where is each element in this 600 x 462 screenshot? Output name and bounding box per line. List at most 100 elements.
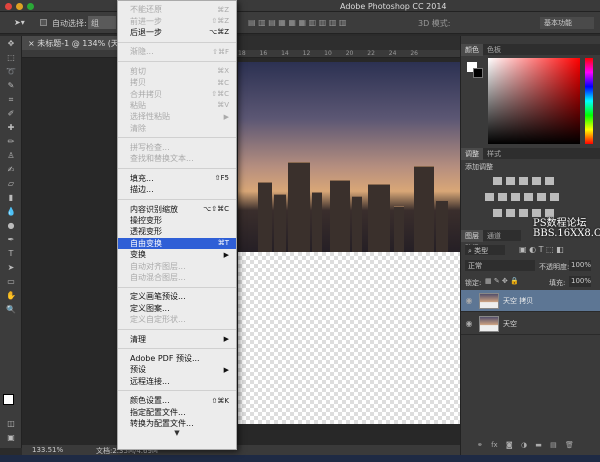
menu-item-label: 颜色设置...: [130, 396, 170, 406]
path-select-icon[interactable]: ➤: [6, 264, 16, 272]
menu-item-label: 预设: [130, 365, 146, 375]
layer-name[interactable]: 天空: [503, 319, 517, 329]
status-bar: 133.51% 文档:2.35M/4.69M: [22, 445, 460, 455]
right-panels: 颜色色板 调整样式 添加调整 PS数程论坛BBS.16XX8.COM 图层通道路…: [460, 36, 600, 455]
zoom-tool-icon[interactable]: 🔍: [6, 306, 16, 314]
quick-select-tool-icon[interactable]: ✎: [6, 82, 16, 90]
blend-mode-dropdown[interactable]: 正常: [465, 260, 535, 271]
menu-item[interactable]: 透视变形: [118, 226, 236, 237]
workspace-dropdown[interactable]: 基本功能: [540, 17, 594, 29]
menu-item[interactable]: 颜色设置... ⇧⌘K: [118, 395, 236, 406]
menu-item: 自动对齐图层...: [118, 260, 236, 271]
menu-separator: [118, 137, 236, 139]
stamp-tool-icon[interactable]: ♙: [6, 152, 16, 160]
menu-item[interactable]: 转换为配置文件...: [118, 418, 236, 429]
history-brush-icon[interactable]: ✍: [6, 166, 16, 174]
menu-item[interactable]: 清理 ▶: [118, 333, 236, 344]
menu-item[interactable]: 指定配置文件...: [118, 406, 236, 417]
menu-item[interactable]: 定义画笔预设...: [118, 291, 236, 302]
adjustment-icons-row-2[interactable]: [483, 193, 561, 203]
eraser-tool-icon[interactable]: ▱: [6, 180, 16, 188]
menu-item-label: 前进一步: [130, 16, 162, 26]
menu-item[interactable]: 预设 ▶: [118, 364, 236, 375]
zoom-button[interactable]: [27, 3, 34, 10]
menu-item[interactable]: 填充... ⇧F5: [118, 173, 236, 184]
menu-item[interactable]: 描边...: [118, 184, 236, 195]
horizontal-ruler: 18 16 14 12 10 20 22 24 26: [22, 50, 460, 58]
layer-name[interactable]: 天空 拷贝: [503, 296, 533, 306]
layer-row[interactable]: ◉ 天空: [461, 313, 600, 335]
crop-tool-icon[interactable]: ⌗: [6, 96, 16, 104]
menu-item-label: 选择性粘贴: [130, 112, 170, 122]
brush-tool-icon[interactable]: ✏: [6, 138, 16, 146]
eyedropper-tool-icon[interactable]: ✐: [6, 110, 16, 118]
minimize-button[interactable]: [16, 3, 23, 10]
menu-separator: [118, 348, 236, 350]
auto-select-dropdown[interactable]: 组: [88, 16, 116, 29]
foreground-color-swatch[interactable]: [3, 394, 14, 405]
menu-item-label: 自动对齐图层...: [130, 261, 186, 271]
app-title: Adobe Photoshop CC 2014: [340, 2, 447, 11]
tab-swatches[interactable]: 色板: [483, 44, 505, 56]
adjustment-icons-row-1[interactable]: [491, 177, 556, 187]
dock: [0, 455, 600, 462]
layer-thumbnail: [479, 292, 499, 309]
quick-mask-icon[interactable]: ◫: [6, 420, 16, 428]
marquee-tool-icon[interactable]: ⬚: [6, 54, 16, 62]
shape-tool-icon[interactable]: ▭: [6, 278, 16, 286]
menu-item[interactable]: 后退一步 ⌥⌘Z: [118, 27, 236, 38]
canvas-area[interactable]: [22, 58, 460, 445]
lasso-tool-icon[interactable]: ➰: [6, 68, 16, 76]
layer-row[interactable]: ◉ 天空 拷贝: [461, 290, 600, 312]
menu-item[interactable]: 定义图案...: [118, 303, 236, 314]
menu-item-label: 变换: [130, 250, 146, 260]
gradient-tool-icon[interactable]: ▮: [6, 194, 16, 202]
menu-item-label: 定义画笔预设...: [130, 292, 186, 302]
tab-adjustments[interactable]: 调整: [461, 148, 483, 160]
layer-thumbnail: [479, 315, 499, 332]
close-button[interactable]: [5, 3, 12, 10]
menu-item[interactable]: 操控变形: [118, 215, 236, 226]
menu-item[interactable]: 变换 ▶: [118, 249, 236, 260]
visibility-eye-icon[interactable]: ◉: [461, 319, 477, 328]
pen-tool-icon[interactable]: ✒: [6, 236, 16, 244]
menu-item[interactable]: Adobe PDF 预设...: [118, 353, 236, 364]
bg-color-swatch[interactable]: [473, 68, 483, 78]
fill-field[interactable]: 100%: [569, 276, 591, 287]
auto-select-checkbox[interactable]: [40, 19, 47, 26]
menu-item-shortcut: ⇧⌘C: [211, 90, 229, 99]
tab-layers[interactable]: 图层: [461, 230, 483, 242]
layer-footer-icons[interactable]: ⚭ fx ◙ ◑ ▬ ▤ 🗑: [477, 441, 574, 449]
move-tool-icon[interactable]: ➤▾: [14, 18, 25, 27]
menu-item-shortcut: ▶: [223, 250, 229, 259]
tools-panel: ✥ ⬚ ➰ ✎ ⌗ ✐ ✚ ✏ ♙ ✍ ▱ ▮ 💧 ● ✒ T ➤ ▭ ✋ 🔍 …: [0, 36, 22, 448]
hand-tool-icon[interactable]: ✋: [6, 292, 16, 300]
move-tool-icon[interactable]: ✥: [6, 40, 16, 48]
align-icons[interactable]: ▤ ▥ ▤ ▦ ▦ ▦ ▥ ▥ ▥ ▥: [248, 18, 346, 27]
tab-styles[interactable]: 样式: [483, 148, 505, 160]
hue-slider[interactable]: [585, 58, 593, 144]
layer-filter-kind[interactable]: ⌕ 类型: [465, 245, 505, 255]
menu-item[interactable]: 内容识别缩放 ⌥⇧⌘C: [118, 203, 236, 214]
healing-tool-icon[interactable]: ✚: [6, 124, 16, 132]
lock-icons[interactable]: ▦ ✎ ✥ 🔒: [485, 277, 519, 285]
opacity-field[interactable]: 100%: [569, 260, 591, 271]
tab-color[interactable]: 颜色: [461, 44, 483, 56]
dodge-tool-icon[interactable]: ●: [6, 222, 16, 230]
menu-item[interactable]: 远程连接...: [118, 376, 236, 387]
tab-channels[interactable]: 通道: [483, 230, 505, 242]
menu-item[interactable]: 自由变换 ⌘T: [118, 237, 236, 250]
filter-icons[interactable]: ▣ ◐ T ⬚ ◧: [519, 245, 564, 254]
menu-item-label: 清理: [130, 334, 146, 344]
zoom-level[interactable]: 133.51%: [32, 446, 63, 454]
options-bar: ➤▾ 自动选择: 组 ▤ ▥ ▤ ▦ ▦ ▦ ▥ ▥ ▥ ▥ 3D 模式: 基本…: [0, 12, 600, 34]
visibility-eye-icon[interactable]: ◉: [461, 296, 477, 305]
type-tool-icon[interactable]: T: [6, 250, 16, 258]
menu-scroll-down-arrow[interactable]: ▼: [118, 429, 236, 437]
menu-item-shortcut: ⇧F5: [214, 174, 229, 183]
color-picker-field[interactable]: [488, 58, 580, 144]
close-tab-icon[interactable]: ×: [28, 39, 37, 48]
blur-tool-icon[interactable]: 💧: [6, 208, 16, 216]
screen-mode-icon[interactable]: ▣: [6, 434, 16, 442]
menu-item-shortcut: ⇧⌘Z: [211, 17, 229, 26]
